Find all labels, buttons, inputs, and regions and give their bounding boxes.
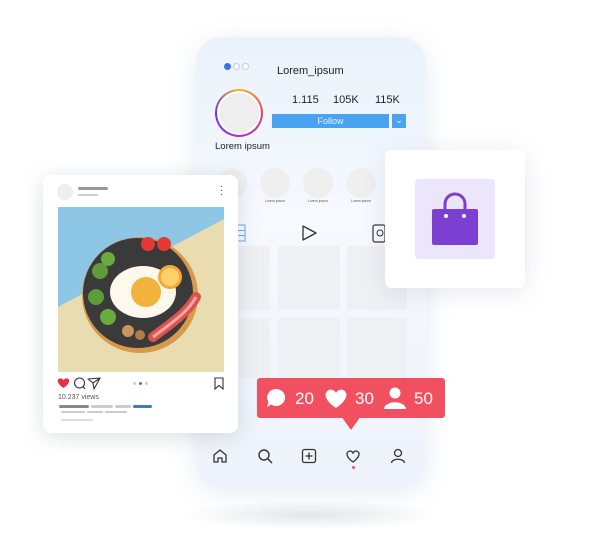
- activity-notification[interactable]: 20 30 50: [257, 378, 445, 430]
- shopping-bag-icon: [432, 192, 478, 245]
- following-count: 115K: [375, 94, 400, 106]
- posts-count: 1.115: [292, 94, 319, 106]
- carousel-dot[interactable]: [133, 382, 136, 385]
- comment-icon[interactable]: [73, 377, 86, 390]
- post-author-placeholder: [78, 187, 108, 190]
- caption-placeholder: [61, 411, 85, 413]
- followers-count: 105K: [333, 94, 359, 106]
- hashtag-placeholder[interactable]: [133, 405, 152, 408]
- active-indicator: [352, 466, 355, 469]
- story-label: Lorem ipsum: [307, 199, 329, 203]
- story-item[interactable]: [260, 168, 290, 198]
- post-location-placeholder: [78, 194, 98, 196]
- followers-count: 50: [414, 389, 433, 408]
- bookmark-icon[interactable]: [214, 377, 224, 390]
- post-image[interactable]: [58, 207, 224, 372]
- grid-post[interactable]: [278, 246, 340, 310]
- story-label: Lorem ipsum: [350, 199, 372, 203]
- post-avatar[interactable]: [57, 184, 73, 200]
- profile-username: Lorem_ipsum: [277, 65, 344, 77]
- share-icon[interactable]: [87, 377, 101, 390]
- more-options-icon[interactable]: · · ·: [220, 182, 223, 200]
- likes-count: 30: [355, 389, 374, 408]
- carousel-dot[interactable]: [145, 382, 148, 385]
- grid-post[interactable]: [347, 318, 407, 378]
- heart-icon[interactable]: [344, 447, 362, 465]
- carousel-dot-active[interactable]: [139, 382, 142, 385]
- caption-placeholder: [91, 405, 113, 408]
- like-icon[interactable]: [57, 377, 70, 389]
- caption-placeholder: [87, 411, 103, 413]
- story-label: Lorem ipsum: [264, 199, 286, 203]
- follower-icon: [384, 387, 406, 409]
- story-item[interactable]: [346, 168, 376, 198]
- views-count: 10.237 views: [58, 394, 99, 401]
- comment-icon: [267, 388, 286, 407]
- search-icon[interactable]: [256, 447, 274, 465]
- profile-icon[interactable]: [389, 447, 407, 465]
- notification-pointer: [341, 416, 361, 430]
- caption-placeholder: [115, 405, 131, 408]
- caption-placeholder: [59, 405, 89, 408]
- heart-icon: [325, 389, 347, 408]
- comments-placeholder: [61, 419, 93, 421]
- profile-name: Lorem ipsum: [215, 141, 270, 152]
- chevron-down-icon[interactable]: ⌄: [392, 114, 406, 128]
- story-item[interactable]: [303, 168, 333, 198]
- play-icon[interactable]: [300, 224, 318, 242]
- floor-shadow: [180, 500, 440, 530]
- comments-count: 20: [295, 389, 314, 408]
- page-dot[interactable]: [242, 63, 249, 70]
- avatar[interactable]: [215, 89, 263, 137]
- grid-post[interactable]: [278, 318, 340, 378]
- page-dot-active[interactable]: [224, 63, 231, 70]
- tagged-icon[interactable]: [372, 222, 386, 244]
- shop-tile[interactable]: [415, 179, 495, 259]
- follow-button[interactable]: Follow: [272, 114, 389, 128]
- page-dot[interactable]: [233, 63, 240, 70]
- home-icon[interactable]: [211, 447, 229, 465]
- caption-placeholder: [105, 411, 127, 413]
- add-icon[interactable]: [300, 447, 318, 465]
